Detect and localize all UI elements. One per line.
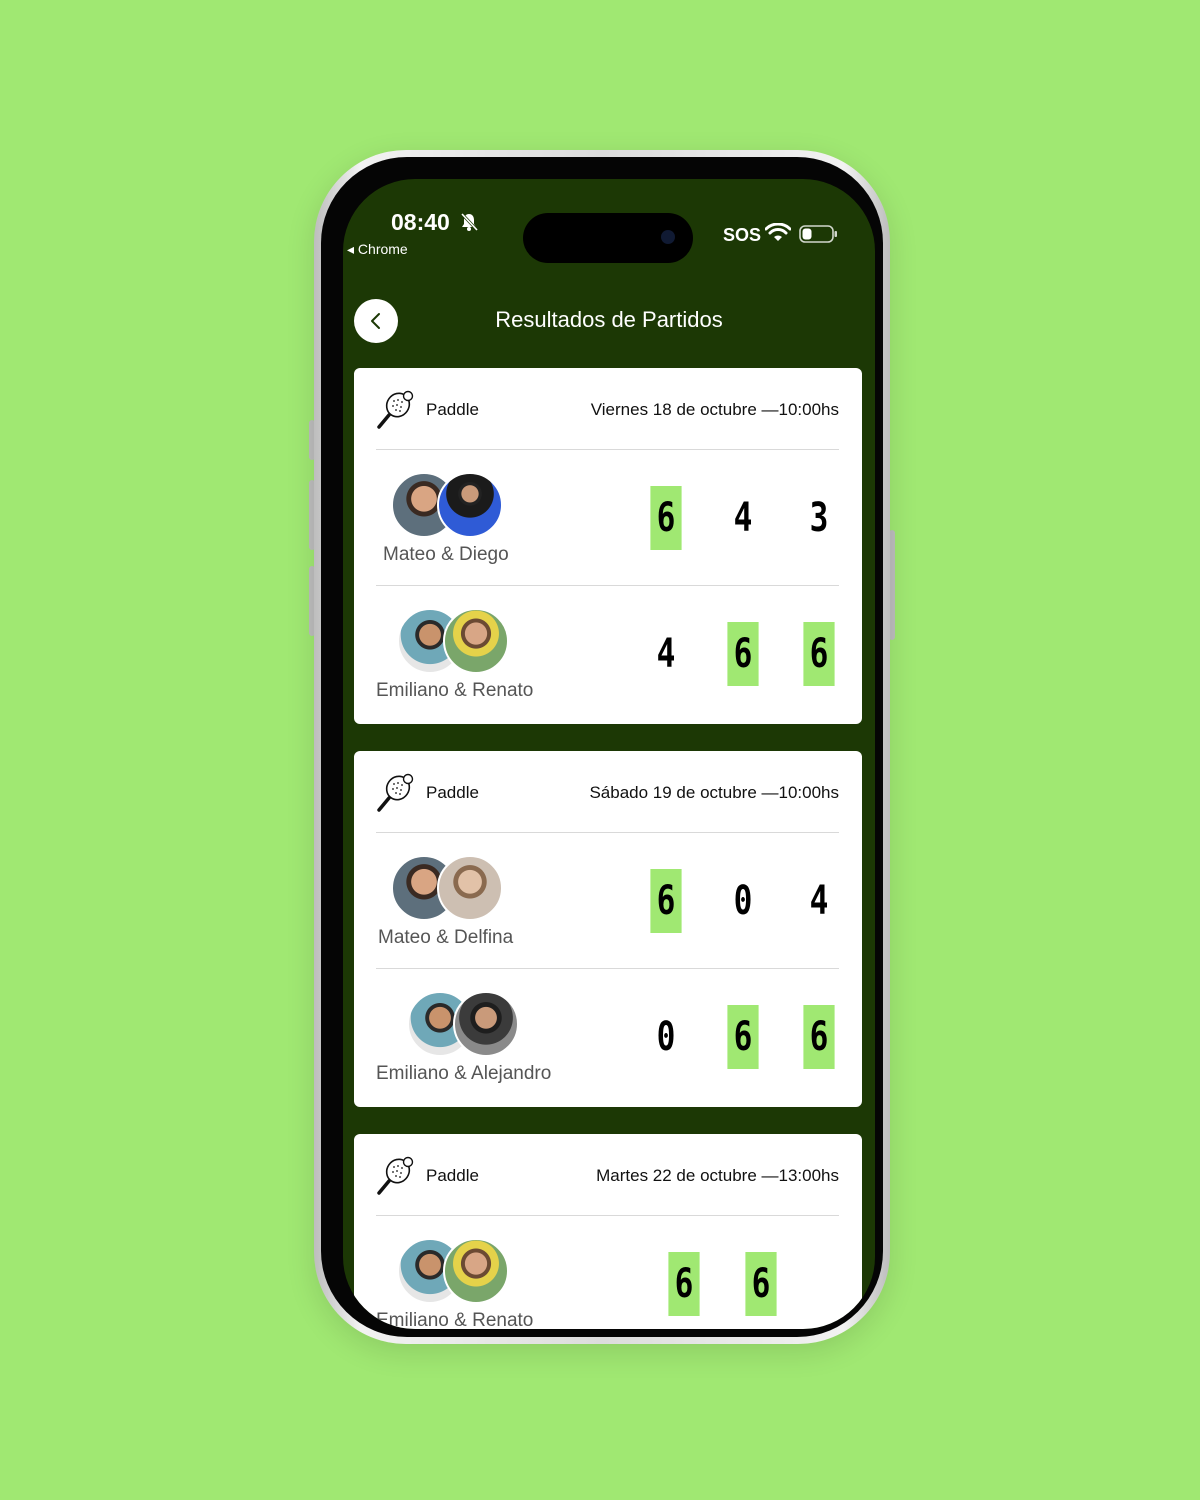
- team-row: Emiliano & Renato 4 6 6: [354, 586, 862, 722]
- match-date: Sábado 19 de octubre —10:00hs: [589, 783, 839, 802]
- avatar: [453, 991, 519, 1057]
- match-card[interactable]: Paddle Martes 22 de octubre —13:00hs Emi…: [354, 1134, 862, 1329]
- set-score: 3: [809, 495, 829, 541]
- team-name: Emiliano & Renato: [376, 1310, 534, 1329]
- avatar: [437, 855, 503, 921]
- dynamic-island: [523, 213, 693, 263]
- sport-label: Paddle: [426, 1166, 479, 1185]
- team-avatars: [397, 608, 513, 676]
- sport-label: Paddle: [426, 400, 479, 419]
- status-time: 08:40: [391, 209, 450, 235]
- set-score: 6: [803, 1005, 835, 1069]
- avatar: [437, 472, 503, 538]
- phone-frame: 08:40 ◂ Chrome SOS Resultados de Partido…: [314, 150, 890, 1344]
- team-avatars: [391, 855, 507, 923]
- set-score: 6: [668, 1252, 700, 1316]
- avatar: [443, 1238, 509, 1304]
- bell-slash-icon: [460, 212, 479, 232]
- set-score: 4: [733, 495, 753, 541]
- set-score: 0: [656, 1014, 676, 1060]
- team-row: Mateo & Delfina 6 0 4: [354, 833, 862, 969]
- match-card[interactable]: Paddle Viernes 18 de octubre —10:00hs Ma…: [354, 368, 862, 724]
- sport-label: Paddle: [426, 783, 479, 802]
- match-header: Paddle Sábado 19 de octubre —10:00hs: [354, 751, 862, 833]
- page-title: Resultados de Partidos: [495, 307, 723, 332]
- team-name: Emiliano & Renato: [376, 680, 534, 701]
- team-avatars: [397, 1238, 513, 1306]
- camera-icon: [661, 230, 675, 244]
- status-back-app[interactable]: ◂ Chrome: [347, 241, 408, 258]
- phone-screen: 08:40 ◂ Chrome SOS Resultados de Partido…: [343, 179, 875, 1329]
- team-avatars: [391, 472, 507, 540]
- team-row: Emiliano & Alejandro 0 6 6: [354, 969, 862, 1105]
- set-score: 6: [727, 622, 759, 686]
- set-score: 0: [733, 878, 753, 924]
- set-score: 4: [809, 878, 829, 924]
- match-card[interactable]: Paddle Sábado 19 de octubre —10:00hs Mat…: [354, 751, 862, 1107]
- status-sos: SOS: [723, 225, 762, 245]
- team-row: Emiliano & Renato 6 6: [354, 1216, 862, 1329]
- status-back-label: Chrome: [357, 241, 408, 257]
- set-score: 6: [650, 869, 682, 933]
- set-score: 6: [727, 1005, 759, 1069]
- team-avatars: [407, 991, 523, 1059]
- team-name: Mateo & Delfina: [378, 927, 514, 948]
- match-date: Martes 22 de octubre —13:00hs: [596, 1166, 839, 1185]
- set-score: 6: [650, 486, 682, 550]
- set-score: 6: [803, 622, 835, 686]
- team-row: Mateo & Diego 6 4 3: [354, 450, 862, 586]
- team-name: Emiliano & Alejandro: [376, 1063, 552, 1084]
- battery-icon: [799, 225, 837, 243]
- team-name: Mateo & Diego: [383, 544, 509, 565]
- paddle-racket-icon: [377, 773, 414, 812]
- set-score: 6: [745, 1252, 777, 1316]
- phone-bezel: 08:40 ◂ Chrome SOS Resultados de Partido…: [321, 157, 883, 1337]
- wifi-icon: [765, 223, 791, 241]
- match-header: Paddle Viernes 18 de octubre —10:00hs: [354, 368, 862, 450]
- paddle-racket-icon: [377, 1156, 414, 1195]
- avatar: [443, 608, 509, 674]
- match-date: Viernes 18 de octubre —10:00hs: [590, 400, 839, 419]
- paddle-racket-icon: [377, 390, 414, 429]
- set-score: 4: [656, 631, 676, 677]
- match-header: Paddle Martes 22 de octubre —13:00hs: [354, 1134, 862, 1216]
